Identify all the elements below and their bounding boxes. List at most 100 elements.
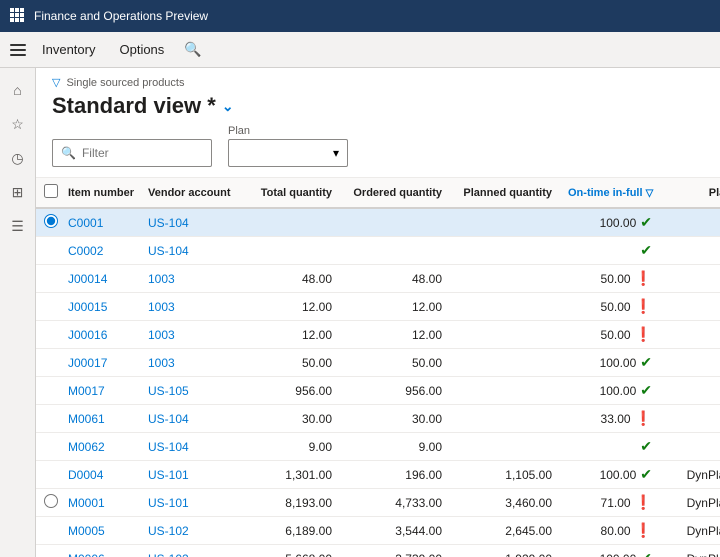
row-planned-qty [450,349,560,377]
warn-icon: ❗ [635,522,652,539]
sidebar-home-icon[interactable]: ⌂ [4,76,32,104]
table-row: C0002US-104✔ [36,237,720,265]
row-plan [660,433,720,461]
row-vendor[interactable]: US-104 [140,237,240,265]
row-plan: DynPlan [660,517,720,545]
row-total-qty [240,208,340,237]
sidebar-favorites-icon[interactable]: ☆ [4,110,32,138]
col-plan[interactable]: Plan [660,178,720,208]
col-total-qty[interactable]: Total quantity [240,178,340,208]
warn-icon: ❗ [635,326,652,343]
col-item-number[interactable]: Item number [60,178,140,208]
row-total-qty: 5,668.00 [240,545,340,557]
view-title-row: Standard view * ⌄ [52,93,704,119]
row-item-number[interactable]: M0001 [60,489,140,517]
row-item-number[interactable]: C0002 [60,237,140,265]
row-total-qty [240,237,340,265]
title-bar: Finance and Operations Preview [0,0,720,32]
row-item-number[interactable]: J00016 [60,321,140,349]
row-ontime-value: 50.00 [601,300,631,314]
row-ontime-value: 71.00 [601,496,631,510]
sidebar-recent-icon[interactable]: ◷ [4,144,32,172]
check-icon: ✔ [640,466,652,483]
table-row: M0005US-1026,189.003,544.002,645.0080.00… [36,517,720,545]
row-planned-qty [450,377,560,405]
table-row: M0061US-10430.0030.0033.00❗ [36,405,720,433]
col-ontime[interactable]: On-time in-full ▽ [560,178,660,208]
row-ontime-value: 100.00 [600,216,637,230]
col-checkbox[interactable] [36,178,60,208]
row-planned-qty [450,265,560,293]
row-radio-cell [36,237,60,265]
row-radio[interactable] [44,214,58,228]
filter-input-wrapper[interactable]: 🔍 [52,139,212,167]
row-plan [660,237,720,265]
row-plan: DynPlan [660,545,720,557]
row-vendor[interactable]: 1003 [140,349,240,377]
row-total-qty: 12.00 [240,321,340,349]
view-dropdown-icon[interactable]: ⌄ [222,98,234,115]
row-total-qty: 1,301.00 [240,461,340,489]
row-ontime: 80.00❗ [560,517,660,545]
row-vendor[interactable]: 1003 [140,265,240,293]
row-vendor[interactable]: US-104 [140,433,240,461]
row-item-number[interactable]: J00017 [60,349,140,377]
row-item-number[interactable]: M0061 [60,405,140,433]
table-row: M0017US-105956.00956.00100.00✔ [36,377,720,405]
row-vendor[interactable]: US-105 [140,377,240,405]
plan-select[interactable]: ▾ [228,139,348,167]
row-vendor[interactable]: US-104 [140,208,240,237]
row-item-number[interactable]: J00015 [60,293,140,321]
row-vendor[interactable]: 1003 [140,293,240,321]
row-vendor[interactable]: US-102 [140,517,240,545]
row-radio-cell [36,545,60,557]
plan-filter-group: Plan ▾ [228,125,348,167]
hamburger-menu[interactable] [8,40,28,60]
row-plan [660,349,720,377]
nav-inventory[interactable]: Inventory [32,36,105,63]
row-vendor[interactable]: US-102 [140,545,240,557]
row-ontime: 100.00✔ [560,349,660,377]
table-row: C0001US-104100.00✔ [36,208,720,237]
row-ordered-qty [340,208,450,237]
row-planned-qty [450,321,560,349]
row-ordered-qty: 3,544.00 [340,517,450,545]
col-filter-icon: ▽ [646,188,654,199]
row-ontime: ✔ [560,433,660,461]
row-ontime: 33.00❗ [560,405,660,433]
filter-search-icon: 🔍 [61,146,76,160]
col-ordered-qty[interactable]: Ordered quantity [340,178,450,208]
row-planned-qty [450,293,560,321]
row-plan [660,293,720,321]
filter-row: 🔍 Plan ▾ [52,125,704,167]
row-item-number[interactable]: D0004 [60,461,140,489]
nav-search-icon[interactable]: 🔍 [178,37,207,62]
row-item-number[interactable]: M0006 [60,545,140,557]
data-table: Item number Vendor account Total quantit… [36,178,720,557]
row-radio-cell [36,517,60,545]
filter-input[interactable] [82,146,203,160]
col-vendor[interactable]: Vendor account [140,178,240,208]
nav-options[interactable]: Options [109,36,174,63]
row-plan [660,377,720,405]
row-total-qty: 12.00 [240,293,340,321]
row-radio[interactable] [44,494,58,508]
row-vendor[interactable]: US-101 [140,461,240,489]
row-ontime: 100.00✔ [560,377,660,405]
select-all-checkbox[interactable] [44,184,58,198]
sidebar-modules-icon[interactable]: ☰ [4,212,32,240]
row-vendor[interactable]: US-101 [140,489,240,517]
row-item-number[interactable]: C0001 [60,208,140,237]
row-item-number[interactable]: M0005 [60,517,140,545]
row-ontime-value: 100.00 [600,552,637,557]
col-planned-qty[interactable]: Planned quantity [450,178,560,208]
row-item-number[interactable]: J00014 [60,265,140,293]
row-item-number[interactable]: M0017 [60,377,140,405]
row-ordered-qty: 12.00 [340,321,450,349]
sidebar-workspaces-icon[interactable]: ⊞ [4,178,32,206]
row-vendor[interactable]: 1003 [140,321,240,349]
row-vendor[interactable]: US-104 [140,405,240,433]
row-ordered-qty: 50.00 [340,349,450,377]
row-item-number[interactable]: M0062 [60,433,140,461]
row-total-qty: 6,189.00 [240,517,340,545]
